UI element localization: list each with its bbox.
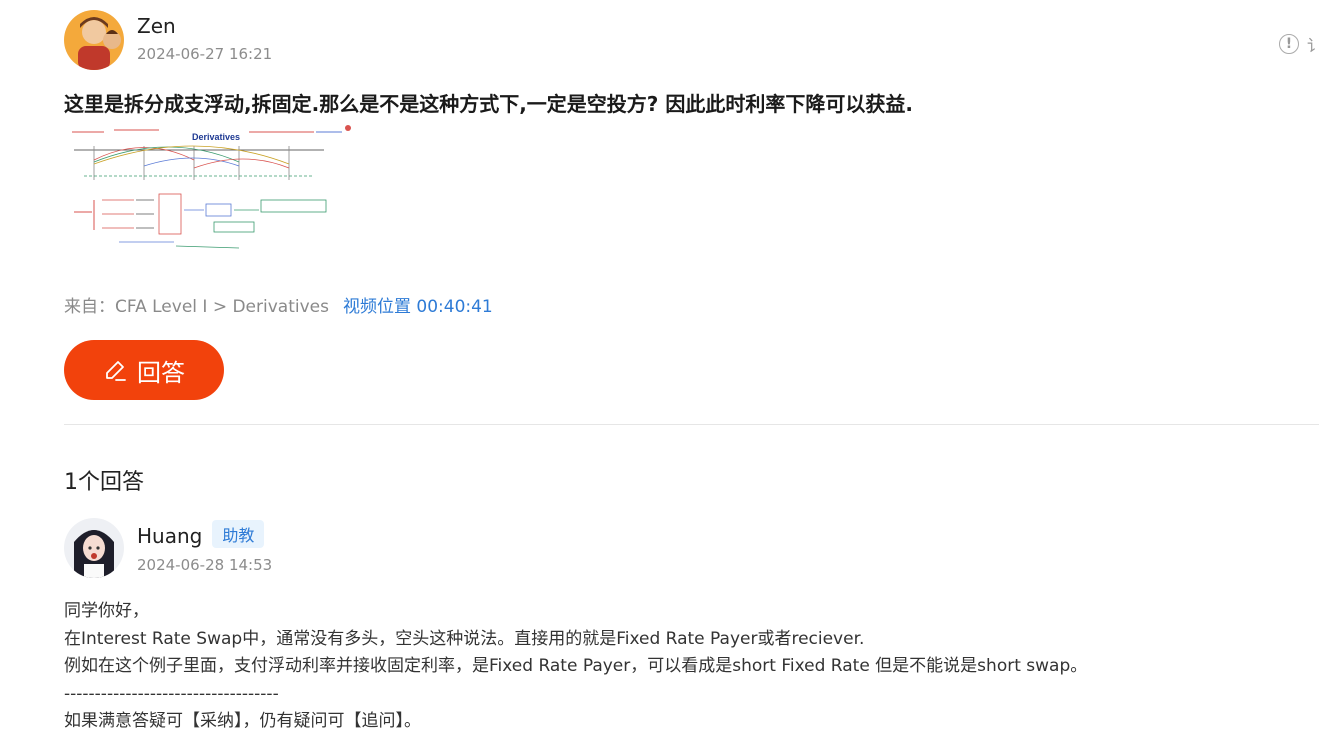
source-label: 来自：CFA Level I > Derivatives bbox=[64, 297, 329, 317]
answer-line: 例如在这个例子里面，支付浮动利率并接收固定利率，是Fixed Rate Paye… bbox=[64, 656, 1088, 676]
answer-line: 同学你好， bbox=[64, 601, 149, 621]
teacher-badge: 助教 bbox=[212, 520, 265, 548]
answer-button-label: 回答 bbox=[137, 358, 185, 387]
question-source: 来自：CFA Level I > Derivatives 视频位置 00:40:4… bbox=[64, 292, 493, 317]
pencil-icon bbox=[106, 361, 126, 381]
avatar[interactable] bbox=[64, 10, 124, 70]
answer-button[interactable]: 回答 bbox=[64, 340, 224, 400]
question-image[interactable]: Derivatives bbox=[64, 120, 364, 260]
question-author[interactable]: Zen bbox=[137, 14, 176, 38]
divider bbox=[64, 424, 1319, 425]
derivatives-label: Derivatives bbox=[192, 132, 240, 142]
answerer-avatar[interactable] bbox=[64, 518, 124, 578]
answerer-info: Huang 助教 bbox=[137, 520, 265, 548]
handwritten-notes-image: Derivatives bbox=[72, 125, 351, 249]
answer-date: 2024-06-28 14:53 bbox=[137, 556, 273, 574]
report-label: 讠 bbox=[1307, 36, 1319, 55]
answerer-name[interactable]: Huang bbox=[137, 524, 202, 548]
video-position-link[interactable]: 视频位置 00:40:41 bbox=[343, 297, 493, 317]
answer-count: 1个回答 bbox=[64, 470, 144, 495]
answer-separator: ----------------------------------- bbox=[64, 683, 279, 704]
info-icon: ! bbox=[1279, 34, 1299, 54]
avatar-zen-image bbox=[64, 10, 124, 70]
answer-line: 在Interest Rate Swap中，通常没有多头，空头这种说法。直接用的就… bbox=[64, 628, 865, 649]
answer-line: 如果满意答疑可【采纳】，仍有疑问可【追问】。 bbox=[64, 711, 421, 731]
report-link[interactable]: ! 讠 bbox=[1279, 32, 1319, 56]
answer-body: 同学你好， 在Interest Rate Swap中，通常没有多头，空头这种说法… bbox=[64, 598, 1087, 736]
question-date: 2024-06-27 16:21 bbox=[137, 45, 273, 63]
question-title: 这里是拆分成支浮动,拆固定.那么是不是这种方式下,一定是空投方? 因此此时利率下… bbox=[64, 92, 913, 116]
avatar-huang-image bbox=[64, 518, 124, 578]
